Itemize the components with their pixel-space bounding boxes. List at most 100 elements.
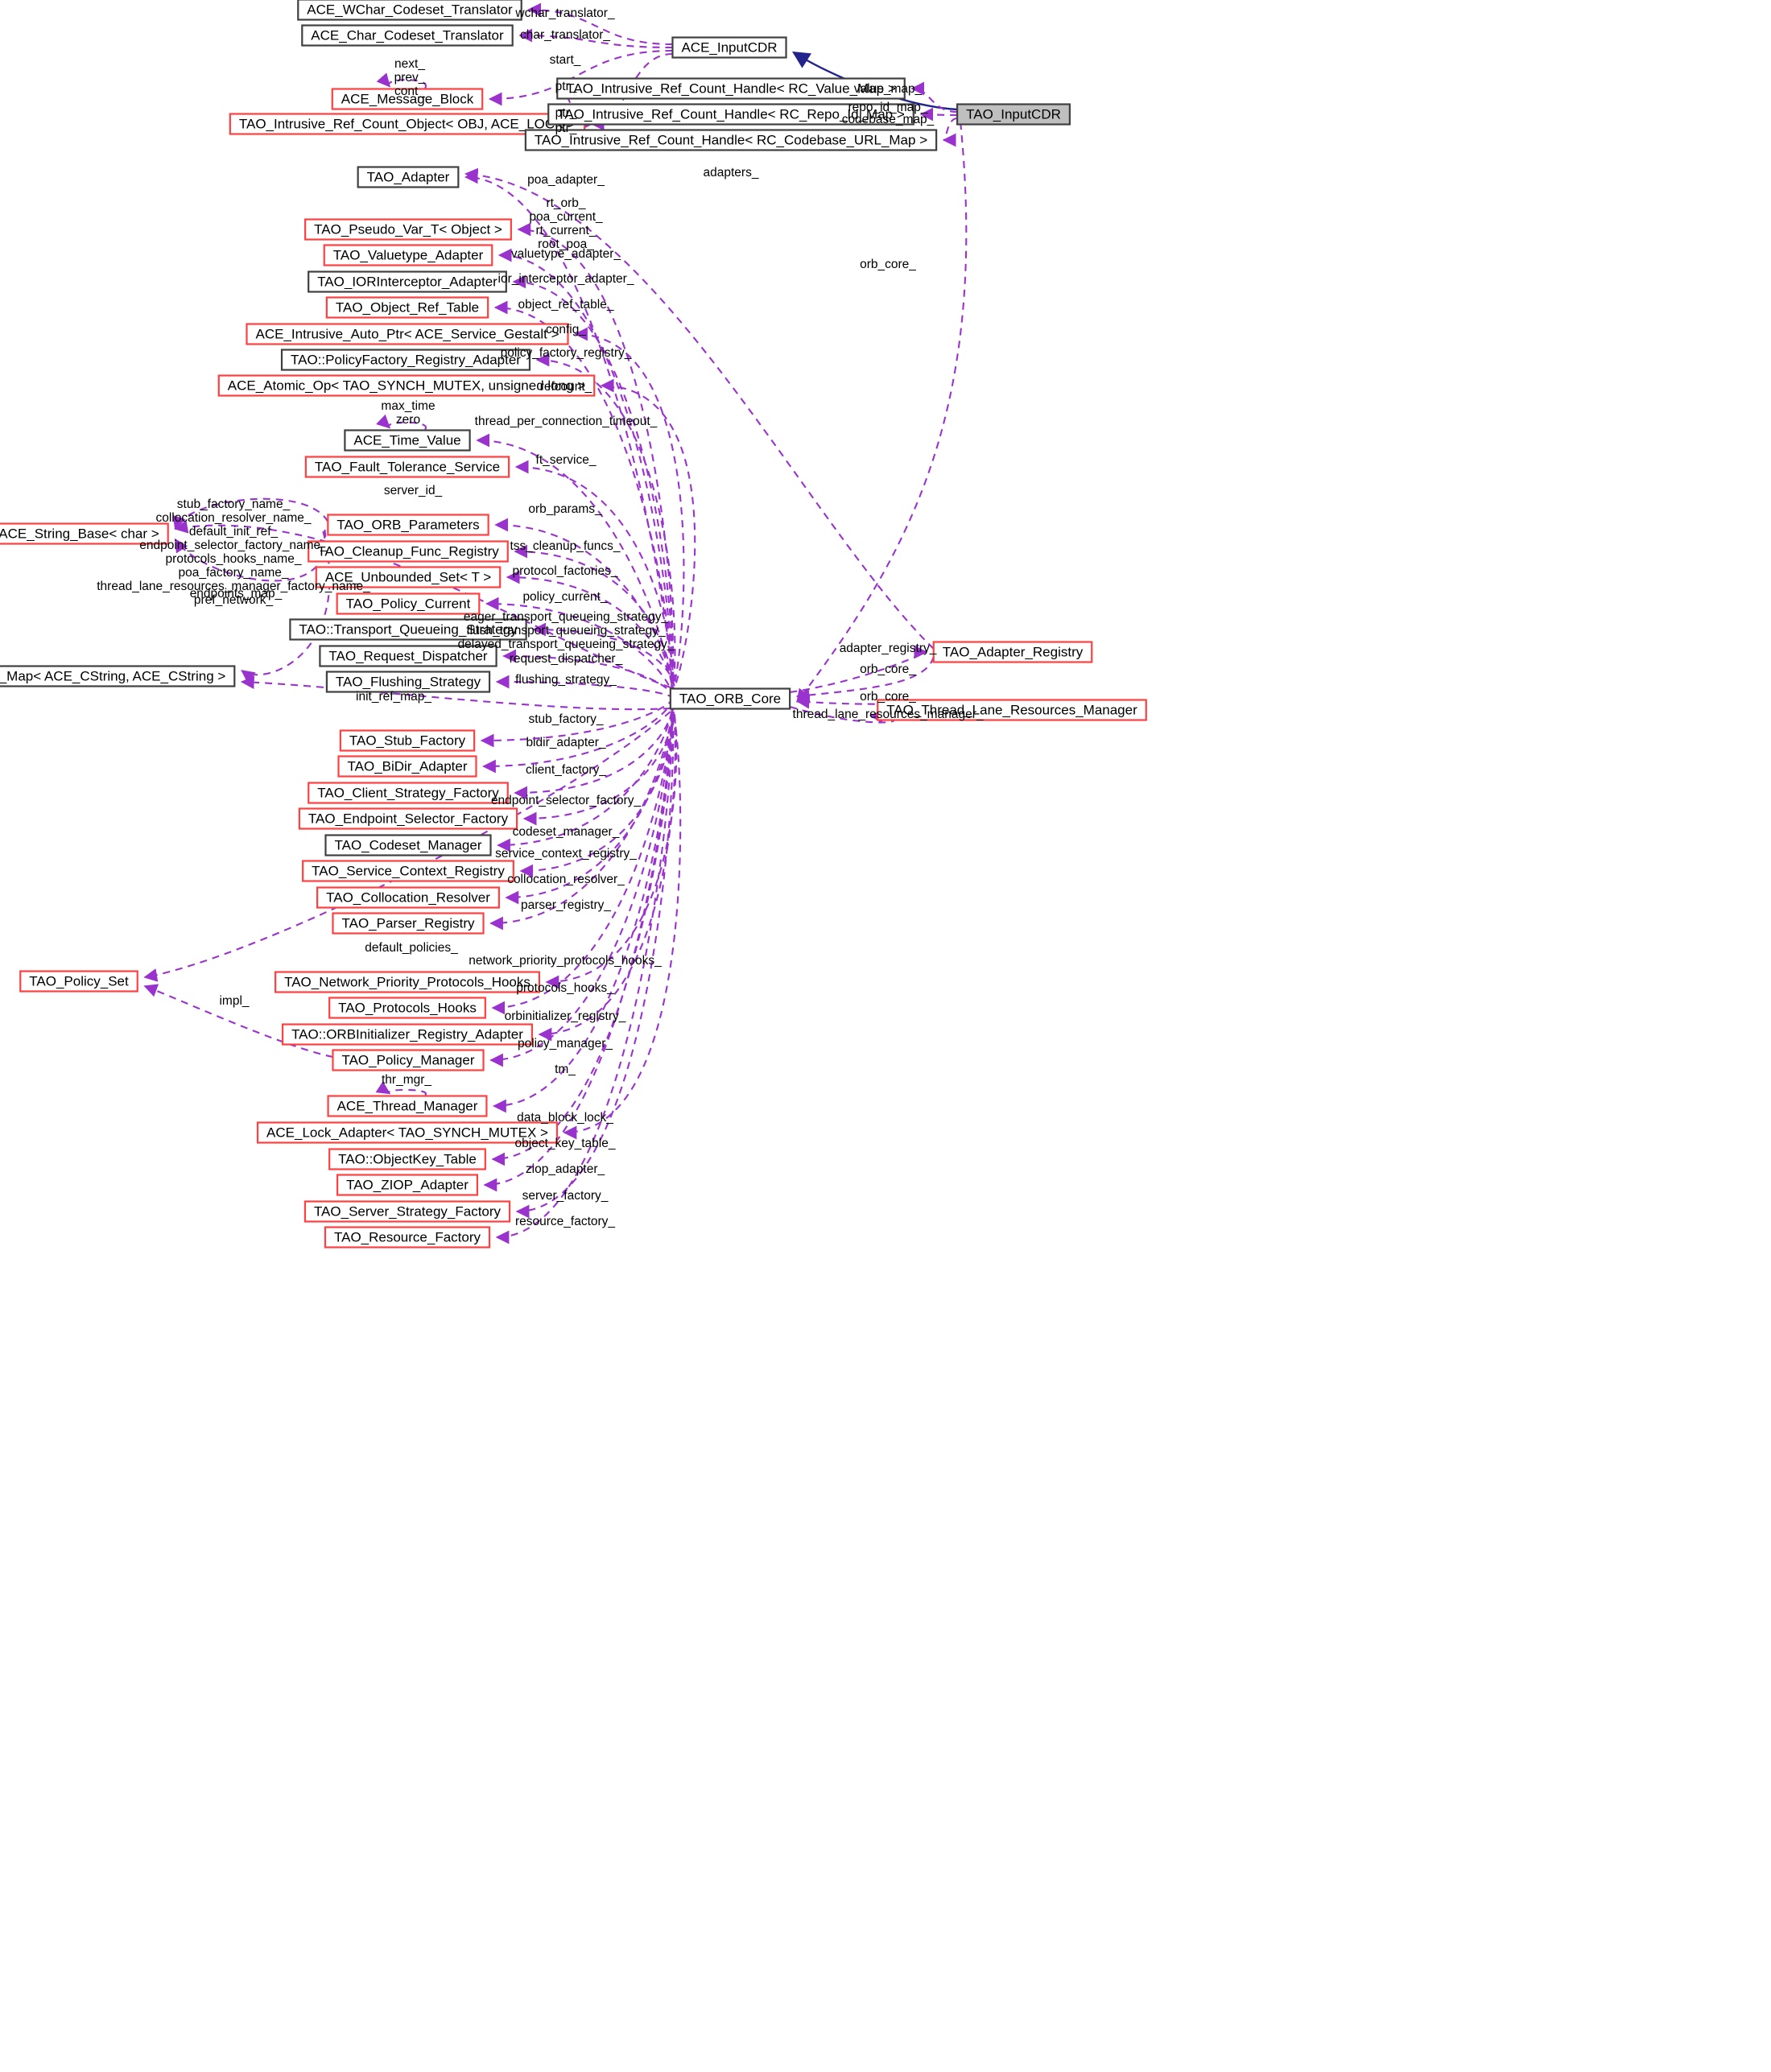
class-node-label: ACE_Array_Map< ACE_CString, ACE_CString …	[0, 668, 225, 683]
class-node[interactable]: TAO_Adapter	[357, 166, 460, 188]
edge-label: refcount_	[540, 380, 592, 394]
edge-label: init_ref_map_	[356, 690, 431, 704]
class-node-label: ACE_Intrusive_Auto_Ptr< ACE_Service_Gest…	[255, 326, 559, 341]
class-node[interactable]: TAO_InputCDR	[956, 103, 1071, 126]
class-node[interactable]: TAO_Object_Ref_Table	[325, 296, 489, 319]
class-node-label: TAO_Intrusive_Ref_Count_Handle< RC_Codeb…	[535, 132, 927, 147]
class-node-label: TAO_ZIOP_Adapter	[346, 1177, 469, 1192]
edge-label: collocation_resolver_	[507, 873, 625, 886]
class-node[interactable]: ACE_Array_Map< ACE_CString, ACE_CString …	[0, 665, 236, 687]
class-node[interactable]: TAO_Policy_Set	[19, 970, 138, 993]
edge-label: data_block_lock_	[517, 1111, 613, 1125]
edge-label: policy_factory_registry_	[501, 346, 632, 360]
class-node[interactable]: TAO_Pseudo_Var_T< Object >	[304, 218, 512, 241]
class-node[interactable]: TAO_Service_Context_Registry	[302, 860, 514, 882]
class-node-label: TAO_Valuetype_Adapter	[333, 247, 484, 262]
class-node[interactable]: TAO_Resource_Factory	[324, 1226, 491, 1249]
class-node[interactable]: TAO_Client_Strategy_Factory	[308, 782, 509, 804]
class-node-label: TAO_Policy_Manager	[341, 1052, 474, 1067]
edge-label: ptr_	[555, 106, 577, 120]
class-node[interactable]: TAO_Stub_Factory	[339, 729, 476, 752]
class-node[interactable]: TAO_Codeset_Manager	[324, 834, 492, 856]
class-node[interactable]: TAO_Intrusive_Ref_Count_Handle< RC_Codeb…	[524, 129, 938, 151]
class-node[interactable]: TAO::ORBInitializer_Registry_Adapter	[281, 1023, 534, 1046]
class-node[interactable]: ACE_Intrusive_Auto_Ptr< ACE_Service_Gest…	[246, 323, 569, 345]
class-node[interactable]: TAO_BiDir_Adapter	[337, 755, 477, 778]
class-node[interactable]: TAO_IORInterceptor_Adapter	[308, 270, 507, 293]
edge-label: object_ref_table_	[518, 298, 614, 312]
edge-label: ptr_	[555, 80, 577, 93]
edge-label: bidir_adapter_	[526, 736, 605, 749]
class-node[interactable]: TAO_Collocation_Resolver	[316, 886, 500, 909]
class-node[interactable]: ACE_Atomic_Op< TAO_SYNCH_MUTEX, unsigned…	[217, 374, 596, 397]
edge-label: policy_manager_	[518, 1037, 613, 1050]
class-node-label: ACE_InputCDR	[681, 39, 777, 55]
class-node[interactable]: TAO_Intrusive_Ref_Count_Handle< RC_Value…	[556, 77, 906, 100]
edge-label: char_translator_	[520, 28, 610, 42]
class-node-label: TAO_InputCDR	[966, 106, 1061, 122]
class-node-label: TAO_Policy_Current	[346, 596, 471, 611]
class-node[interactable]: TAO_Adapter_Registry	[932, 641, 1093, 663]
class-node[interactable]: TAO_Valuetype_Adapter	[323, 244, 493, 266]
class-node[interactable]: TAO::PolicyFactory_Registry_Adapter	[280, 349, 531, 371]
class-node-label: TAO_Parser_Registry	[341, 915, 475, 931]
edge-label: parser_registry_	[521, 898, 611, 912]
class-node-label: ACE_Time_Value	[353, 432, 460, 448]
class-node-label: TAO_Flushing_Strategy	[336, 674, 481, 689]
edge-label: stub_factory_	[528, 712, 603, 726]
class-node[interactable]: TAO_Fault_Tolerance_Service	[304, 456, 510, 478]
class-node-label: TAO_Adapter_Registry	[943, 644, 1084, 659]
edge-label: ptr_	[555, 122, 577, 135]
edge-label: server_id_	[384, 484, 443, 497]
edge-label: codebase_map_	[842, 113, 935, 126]
edge-label: impl_	[219, 994, 249, 1008]
class-node[interactable]: TAO_Protocols_Hooks	[328, 997, 486, 1019]
class-node-label: TAO_Network_Priority_Protocols_Hooks	[284, 974, 530, 989]
edge-label: ior_interceptor_adapter_	[498, 272, 634, 286]
class-node[interactable]: TAO_Flushing_Strategy	[325, 671, 491, 693]
class-node[interactable]: TAO_Endpoint_Selector_Factory	[298, 807, 518, 830]
edge-label: max_time zero	[381, 399, 435, 427]
edge-label: codeset_manager_	[513, 825, 620, 839]
class-node-label: TAO_Policy_Set	[29, 973, 129, 989]
class-node[interactable]: TAO::ObjectKey_Table	[328, 1148, 486, 1170]
edge-label: rt_orb_ poa_current_ rt_current_ root_poa_	[529, 196, 603, 251]
class-node-label: ACE_Thread_Manager	[337, 1098, 478, 1113]
edge-label: default_policies_	[365, 941, 458, 955]
edge-label: protocol_factories_	[513, 564, 618, 578]
class-node[interactable]: TAO_Server_Strategy_Factory	[303, 1200, 511, 1223]
class-node[interactable]: TAO_Policy_Manager	[332, 1049, 485, 1071]
class-node-label: TAO_Intrusive_Ref_Count_Handle< RC_Value…	[566, 80, 896, 96]
edge-label: ziop_adapter_	[526, 1162, 605, 1176]
class-node-label: TAO_Cleanup_Func_Registry	[317, 543, 499, 559]
class-node-label: TAO_IORInterceptor_Adapter	[317, 274, 497, 289]
edge-label: next_ prev_ cont_	[394, 57, 426, 98]
class-node-label: TAO::PolicyFactory_Registry_Adapter	[291, 352, 521, 367]
class-node[interactable]: TAO_ZIOP_Adapter	[336, 1174, 479, 1196]
edge-label: orb_params_	[528, 502, 602, 516]
edge-label: endpoints_map_	[190, 587, 283, 601]
class-node[interactable]: ACE_InputCDR	[671, 36, 787, 59]
class-node[interactable]: TAO_ORB_Parameters	[327, 514, 489, 536]
class-node-label: TAO_Stub_Factory	[349, 733, 466, 748]
class-node[interactable]: ACE_Time_Value	[344, 429, 471, 452]
class-node[interactable]: ACE_Thread_Manager	[327, 1095, 488, 1117]
edge-label: thread_per_connection_timeout_	[475, 415, 658, 428]
class-node-label: ACE_Lock_Adapter< TAO_SYNCH_MUTEX >	[266, 1125, 548, 1140]
class-node[interactable]: ACE_WChar_Codeset_Translator	[297, 0, 522, 21]
class-node[interactable]: TAO_Parser_Registry	[332, 912, 485, 935]
edge-label: orb_core_	[860, 690, 916, 704]
class-node[interactable]: TAO_Network_Priority_Protocols_Hooks	[275, 971, 540, 993]
class-node-label: TAO_Resource_Factory	[334, 1229, 481, 1244]
edge-label: adapter_registry_	[840, 642, 937, 655]
class-node[interactable]: ACE_Lock_Adapter< TAO_SYNCH_MUTEX >	[256, 1121, 559, 1144]
class-node-label: TAO_Adapter	[367, 169, 450, 184]
class-node[interactable]: TAO_Policy_Current	[336, 592, 481, 615]
collaboration-diagram: ACE_WChar_Codeset_Translator ACE_Char_Cod…	[0, 0, 1771, 2072]
class-node[interactable]: TAO_ORB_Core	[669, 687, 791, 710]
class-node-label: TAO_ORB_Core	[679, 691, 781, 706]
edge-label: network_priority_protocols_hooks_	[469, 954, 662, 968]
class-node[interactable]: ACE_Char_Codeset_Translator	[301, 24, 514, 47]
edge-label: config_	[546, 323, 586, 336]
class-node[interactable]: TAO_Cleanup_Func_Registry	[308, 540, 509, 563]
